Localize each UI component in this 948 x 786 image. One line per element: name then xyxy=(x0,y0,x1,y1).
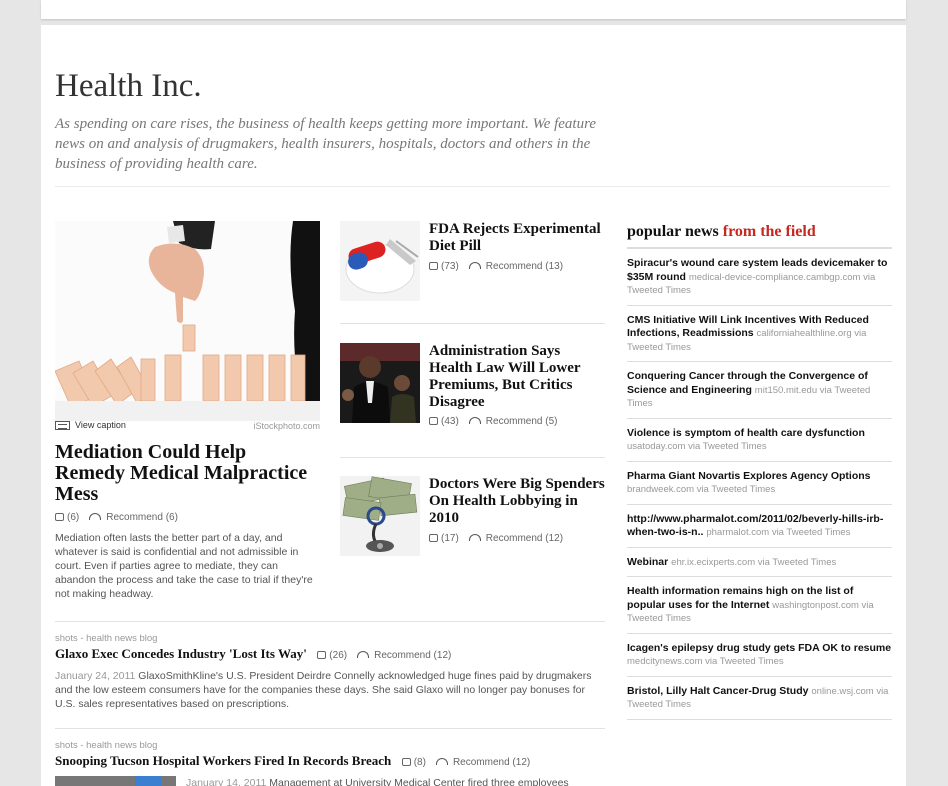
page-container: Health Inc. As spending on care rises, t… xyxy=(41,25,906,786)
blog-meta: (26) Recommend (12) xyxy=(317,650,451,661)
caption-icon xyxy=(55,421,70,431)
sidebar-heading-accent: from the field xyxy=(722,223,816,240)
blog-tag[interactable]: shots - health news blog xyxy=(55,633,605,644)
image-credit: iStockphoto.com xyxy=(253,421,320,431)
sidebar-news-source[interactable]: ehr.ix.ecixperts.com via Tweeted Times xyxy=(671,557,836,568)
blog-divider xyxy=(55,621,605,622)
blog-headline[interactable]: Snooping Tucson Hospital Workers Fired I… xyxy=(55,753,391,768)
recommend-link[interactable]: Recommend (5) xyxy=(486,416,558,427)
popular-news-sidebar: popular news from the field Spiracur's w… xyxy=(627,223,892,720)
blog-tag[interactable]: shots - health news blog xyxy=(55,740,605,751)
page-description: As spending on care rises, the business … xyxy=(55,116,597,172)
recommend-icon[interactable] xyxy=(435,758,448,765)
sidebar-news-item[interactable]: Violence is symptom of health care dysfu… xyxy=(627,419,892,462)
sidebar-news-title[interactable]: Icagen's epilepsy drug study gets FDA OK… xyxy=(627,642,891,654)
story-thumbnail[interactable] xyxy=(340,221,420,301)
sidebar-news-item[interactable]: Spiracur's wound care system leads devic… xyxy=(627,249,892,306)
sidebar-news-source[interactable]: usatoday.com via Tweeted Times xyxy=(627,441,767,452)
story-headline[interactable]: FDA Rejects Experimental Diet Pill xyxy=(429,221,605,255)
sidebar-news-source[interactable]: brandweek.com via Tweeted Times xyxy=(627,484,775,495)
recommend-link[interactable]: Recommend (13) xyxy=(486,261,563,272)
blog-body: GlaxoSmithKline's U.S. President Deirdre… xyxy=(55,670,592,710)
sidebar-heading: popular news from the field xyxy=(627,223,892,249)
story-divider xyxy=(340,323,605,324)
sidebar-news-source[interactable]: medcitynews.com via Tweeted Times xyxy=(627,656,784,667)
blog-divider xyxy=(55,728,605,729)
sidebar-news-title[interactable]: Webinar xyxy=(627,556,668,568)
lead-meta: (6) Recommend (6) xyxy=(55,512,178,523)
sidebar-news-item[interactable]: http://www.pharmalot.com/2011/02/beverly… xyxy=(627,505,892,548)
blog-entry: shots - health news blog Snooping Tucson… xyxy=(55,740,605,786)
sidebar-heading-main: popular news xyxy=(627,223,719,240)
caption-row: View caption iStockphoto.com xyxy=(55,420,320,434)
comment-icon[interactable] xyxy=(429,534,438,542)
story-meta: (17) Recommend (12) xyxy=(429,533,563,544)
blog-thumbnail[interactable] xyxy=(55,776,176,786)
recommend-icon[interactable] xyxy=(468,417,481,424)
story-headline[interactable]: Doctors Were Big Spenders On Health Lobb… xyxy=(429,476,605,527)
blog-date: January 14, 2011 xyxy=(186,777,267,786)
blog-teaser: January 24, 2011 GlaxoSmithKline's U.S. … xyxy=(55,669,605,711)
comment-icon[interactable] xyxy=(429,417,438,425)
lead-teaser: Mediation often lasts the better part of… xyxy=(55,532,313,600)
comment-icon[interactable] xyxy=(429,262,438,270)
recommend-link[interactable]: Recommend (12) xyxy=(374,650,451,661)
thumbnail-accent xyxy=(135,776,161,786)
divider xyxy=(55,186,890,187)
story-headline[interactable]: Administration Says Health Law Will Lowe… xyxy=(429,343,605,411)
view-caption-link[interactable]: View caption xyxy=(55,420,126,431)
comment-count[interactable]: (26) xyxy=(329,650,347,661)
sidebar-news-item[interactable]: Bristol, Lilly Halt Cancer-Drug Study on… xyxy=(627,677,892,720)
sidebar-news-item[interactable]: Icagen's epilepsy drug study gets FDA OK… xyxy=(627,634,892,677)
comment-count[interactable]: (6) xyxy=(67,512,79,523)
blog-body: Management at University Medical Center … xyxy=(269,777,569,786)
view-caption-label: View caption xyxy=(75,420,126,430)
recommend-icon[interactable] xyxy=(89,513,102,520)
sidebar-news-title[interactable]: Bristol, Lilly Halt Cancer-Drug Study xyxy=(627,685,808,697)
blog-teaser: January 14, 2011 Management at Universit… xyxy=(186,776,606,786)
sidebar-news-item[interactable]: Webinar ehr.ix.ecixperts.com via Tweeted… xyxy=(627,548,892,577)
comment-count[interactable]: (17) xyxy=(441,533,459,544)
story-divider xyxy=(340,457,605,458)
sidebar-news-item[interactable]: Health information remains high on the l… xyxy=(627,577,892,634)
blog-meta: (8) Recommend (12) xyxy=(401,757,530,768)
blog-date: January 24, 2011 xyxy=(55,670,136,682)
recommend-icon[interactable] xyxy=(468,534,481,541)
blog-body-row: January 14, 2011 Management at Universit… xyxy=(55,776,605,786)
recommend-icon[interactable] xyxy=(357,651,370,658)
blog-entry: shots - health news blog Glaxo Exec Conc… xyxy=(55,633,605,711)
sidebar-news-item[interactable]: Pharma Giant Novartis Explores Agency Op… xyxy=(627,462,892,505)
story-thumbnail[interactable] xyxy=(340,476,420,556)
page-title: Health Inc. xyxy=(55,68,202,104)
comment-count[interactable]: (43) xyxy=(441,416,459,427)
comment-count[interactable]: (8) xyxy=(414,757,426,768)
sidebar-news-item[interactable]: Conquering Cancer through the Convergenc… xyxy=(627,362,892,419)
comment-icon[interactable] xyxy=(317,651,327,659)
comment-count[interactable]: (73) xyxy=(441,261,459,272)
sidebar-list: Spiracur's wound care system leads devic… xyxy=(627,249,892,720)
lead-image[interactable] xyxy=(55,221,320,421)
recommend-link[interactable]: Recommend (12) xyxy=(453,757,530,768)
recommend-link[interactable]: Recommend (12) xyxy=(486,533,563,544)
story-meta: (73) Recommend (13) xyxy=(429,261,563,272)
story-meta: (43) Recommend (5) xyxy=(429,416,558,427)
comment-icon[interactable] xyxy=(55,513,64,521)
comment-icon[interactable] xyxy=(401,758,411,766)
sidebar-news-title[interactable]: Pharma Giant Novartis Explores Agency Op… xyxy=(627,470,871,482)
lead-headline[interactable]: Mediation Could Help Remedy Medical Malp… xyxy=(55,442,320,505)
sidebar-news-source[interactable]: pharmalot.com via Tweeted Times xyxy=(706,527,850,538)
sidebar-news-title[interactable]: Violence is symptom of health care dysfu… xyxy=(627,427,865,439)
recommend-icon[interactable] xyxy=(468,262,481,269)
sidebar-news-item[interactable]: CMS Initiative Will Link Incentives With… xyxy=(627,306,892,362)
blog-headline[interactable]: Glaxo Exec Concedes Industry 'Lost Its W… xyxy=(55,646,307,661)
story-thumbnail[interactable] xyxy=(340,343,420,423)
recommend-link[interactable]: Recommend (6) xyxy=(106,512,178,523)
top-bar xyxy=(41,0,906,19)
